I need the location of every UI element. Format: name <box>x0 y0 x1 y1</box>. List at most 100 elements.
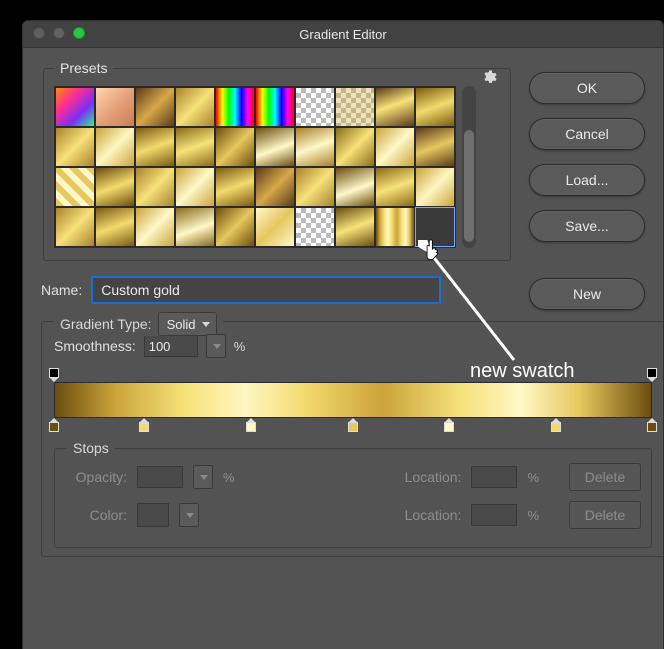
gradient-type-value: Solid <box>167 317 196 332</box>
preset-swatch[interactable] <box>375 127 415 167</box>
preset-swatch[interactable] <box>175 167 215 207</box>
opacity-stop[interactable] <box>49 368 59 378</box>
preset-swatch[interactable] <box>175 87 215 127</box>
stops-label: Stops <box>67 440 115 456</box>
color-stop-rail[interactable] <box>54 418 652 432</box>
gradient-bar[interactable] <box>54 382 652 418</box>
preset-grid[interactable] <box>54 86 456 248</box>
preset-swatch[interactable] <box>255 207 295 247</box>
preset-swatch[interactable] <box>335 167 375 207</box>
preset-swatch[interactable] <box>175 207 215 247</box>
opacity-unit: % <box>223 470 235 485</box>
name-label: Name: <box>41 282 82 298</box>
preset-swatch[interactable] <box>415 207 455 247</box>
preset-swatch[interactable] <box>255 87 295 127</box>
new-button[interactable]: New <box>529 278 645 310</box>
preset-swatch[interactable] <box>335 207 375 247</box>
preset-swatch[interactable] <box>95 167 135 207</box>
color-stop[interactable] <box>348 418 358 428</box>
preset-swatch[interactable] <box>335 87 375 127</box>
preset-swatch[interactable] <box>95 207 135 247</box>
preset-swatch[interactable] <box>415 167 455 207</box>
color-location-input <box>471 504 517 526</box>
preset-swatch[interactable] <box>295 127 335 167</box>
preset-swatch[interactable] <box>375 167 415 207</box>
color-well <box>137 503 169 527</box>
cancel-button[interactable]: Cancel <box>529 118 645 150</box>
window-controls <box>33 27 85 39</box>
preset-swatch[interactable] <box>335 127 375 167</box>
preset-swatch[interactable] <box>55 207 95 247</box>
color-stop[interactable] <box>444 418 454 428</box>
preset-swatch[interactable] <box>55 87 95 127</box>
annotation-text: new swatch <box>470 360 575 383</box>
opacity-stop[interactable] <box>647 368 657 378</box>
save-button[interactable]: Save... <box>529 210 645 242</box>
stops-group: Stops Opacity: % Location: % Delete Colo… <box>54 448 652 548</box>
presets-scrollbar-thumb[interactable] <box>464 130 474 242</box>
color-stop-row: Color: Location: % Delete <box>65 501 641 529</box>
window-minimize-button[interactable] <box>53 27 65 39</box>
presets-scrollbar[interactable] <box>462 86 476 248</box>
cancel-button-label: Cancel <box>565 126 609 142</box>
smoothness-unit: % <box>234 339 246 354</box>
preset-swatch[interactable] <box>375 87 415 127</box>
window-zoom-button[interactable] <box>73 27 85 39</box>
opacity-location-label: Location: <box>405 469 462 485</box>
gradient-type-group: Gradient Type: Solid Smoothness: % Stops <box>41 321 664 557</box>
preset-swatch[interactable] <box>95 127 135 167</box>
preset-swatch[interactable] <box>415 87 455 127</box>
preset-swatch[interactable] <box>375 207 415 247</box>
color-stop[interactable] <box>551 418 561 428</box>
dialog-buttons: OK Cancel Load... Save... New <box>529 72 645 310</box>
preset-swatch[interactable] <box>175 127 215 167</box>
load-button-label: Load... <box>566 172 609 188</box>
smoothness-stepper[interactable] <box>206 334 226 358</box>
preset-swatch[interactable] <box>255 127 295 167</box>
window-close-button[interactable] <box>33 27 45 39</box>
ok-button[interactable]: OK <box>529 72 645 104</box>
color-stop[interactable] <box>139 418 149 428</box>
preset-swatch[interactable] <box>135 87 175 127</box>
preset-swatch[interactable] <box>55 127 95 167</box>
name-input[interactable] <box>92 277 440 303</box>
window-title: Gradient Editor <box>299 27 386 42</box>
color-stop[interactable] <box>49 418 59 428</box>
color-stepper <box>179 503 199 527</box>
smoothness-input[interactable] <box>144 335 198 357</box>
presets-label: Presets <box>54 60 113 76</box>
opacity-location-unit: % <box>527 470 539 485</box>
opacity-label: Opacity: <box>65 469 127 485</box>
preset-swatch[interactable] <box>295 87 335 127</box>
preset-swatch[interactable] <box>135 207 175 247</box>
titlebar: Gradient Editor <box>23 21 663 48</box>
ok-button-label: OK <box>577 80 597 96</box>
preset-swatch[interactable] <box>215 167 255 207</box>
preset-swatch[interactable] <box>95 87 135 127</box>
color-location-unit: % <box>527 508 539 523</box>
color-location-label: Location: <box>405 507 462 523</box>
opacity-location-input <box>471 466 517 488</box>
preset-swatch[interactable] <box>215 87 255 127</box>
preset-swatch[interactable] <box>135 167 175 207</box>
gradient-type-select[interactable]: Solid <box>158 312 217 336</box>
preset-swatch[interactable] <box>415 127 455 167</box>
preset-swatch[interactable] <box>255 167 295 207</box>
preset-swatch[interactable] <box>135 127 175 167</box>
gradient-editor-window: Gradient Editor Presets OK Cancel Load..… <box>22 20 664 649</box>
opacity-input <box>137 466 183 488</box>
preset-swatch[interactable] <box>215 127 255 167</box>
preset-swatch[interactable] <box>295 207 335 247</box>
preset-swatch[interactable] <box>215 207 255 247</box>
presets-gear-icon[interactable] <box>480 68 498 86</box>
color-stop[interactable] <box>246 418 256 428</box>
color-delete-button: Delete <box>569 501 641 529</box>
load-button[interactable]: Load... <box>529 164 645 196</box>
opacity-delete-button: Delete <box>569 463 641 491</box>
gradient-type-label: Gradient Type: <box>60 316 152 332</box>
preset-swatch[interactable] <box>55 167 95 207</box>
opacity-stepper <box>193 465 213 489</box>
color-stop[interactable] <box>647 418 657 428</box>
preset-swatch[interactable] <box>295 167 335 207</box>
presets-group: Presets <box>43 60 511 261</box>
